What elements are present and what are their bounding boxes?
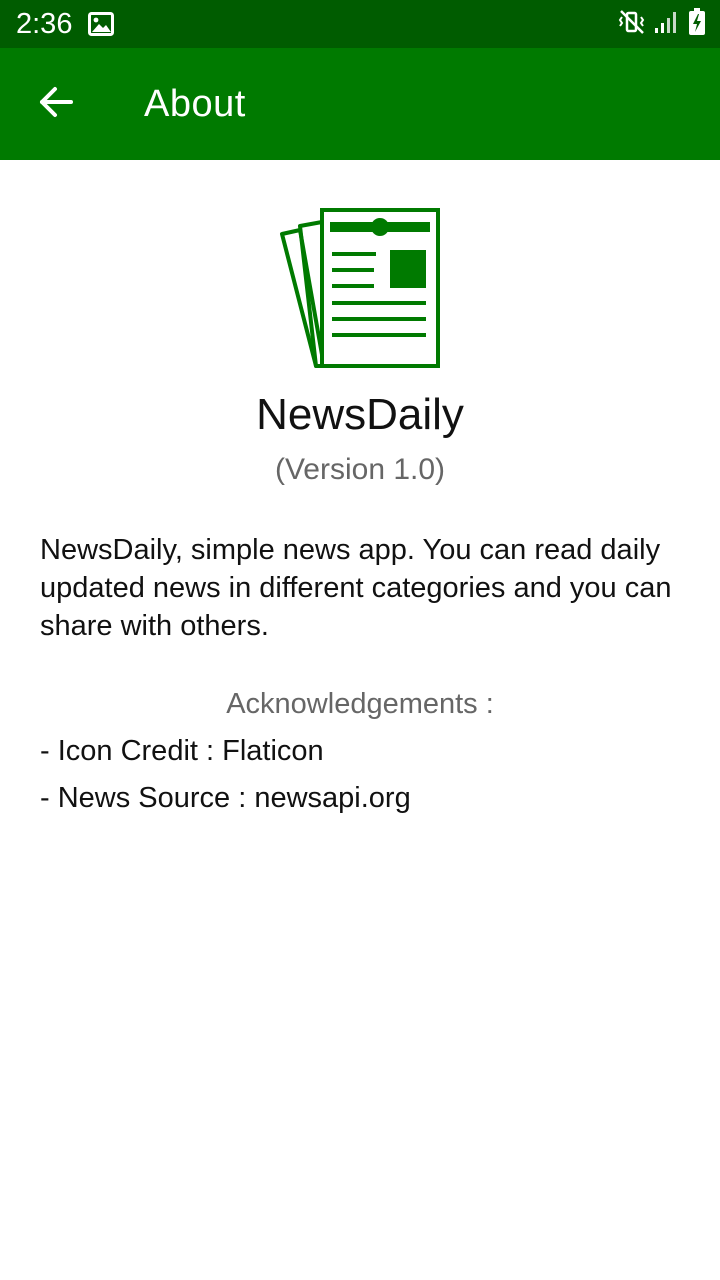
status-icons (618, 7, 706, 41)
app-name: NewsDaily (256, 390, 464, 439)
page-title: About (144, 83, 246, 125)
status-time: 2:36 (16, 8, 73, 40)
arrow-left-icon (38, 84, 74, 125)
back-button[interactable] (24, 72, 88, 136)
newspaper-icon (278, 206, 444, 370)
app-bar: About (0, 48, 720, 160)
image-icon (88, 12, 114, 36)
battery-charging-icon (688, 7, 706, 41)
app-version: (Version 1.0) (274, 453, 446, 486)
acknowledgement-item: - Icon Credit : Flaticon (40, 735, 324, 767)
status-bar: 2:36 (0, 0, 720, 48)
acknowledgements-heading: Acknowledgements : (226, 688, 494, 720)
app-description: NewsDaily, simple news app. You can read… (40, 534, 672, 642)
signal-icon (654, 10, 680, 39)
mute-vibrate-icon (618, 9, 646, 40)
acknowledgement-item: - News Source : newsapi.org (40, 782, 411, 814)
